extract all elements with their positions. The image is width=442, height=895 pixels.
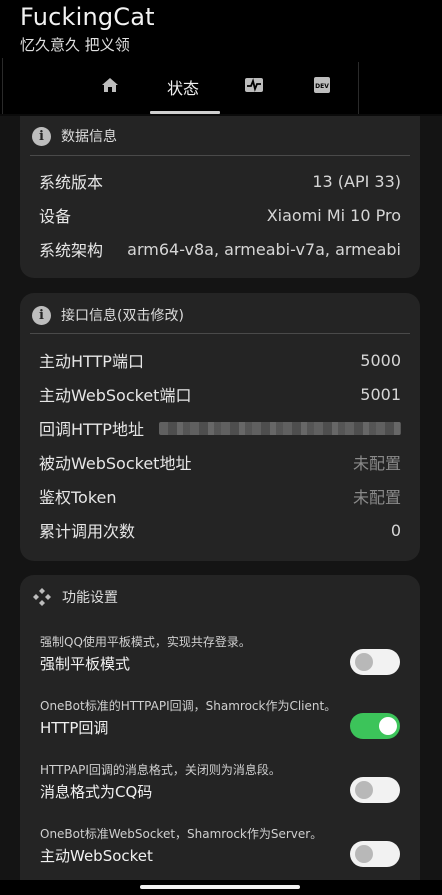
app-header: FuckingCat 忆久意久 把义领 状态 DEV	[0, 0, 442, 116]
heartbeat-icon	[244, 77, 264, 97]
setting-tablet-mode: 强制QQ使用平板模式，实现共存登录。 强制平板模式	[40, 633, 400, 693]
row-key: 主动WebSocket端口	[39, 386, 192, 405]
home-icon	[101, 77, 119, 97]
api-info-header: i 接口信息(双击修改)	[32, 303, 184, 327]
tab-home[interactable]	[70, 58, 150, 116]
info-icon: i	[32, 126, 51, 146]
setting-description: HTTPAPI回调的消息格式，关闭则为消息段。	[40, 763, 281, 777]
row-key: 鉴权Token	[39, 488, 117, 507]
row-key: 系统架构	[39, 241, 104, 260]
api-info-card: i 接口信息(双击修改) 主动HTTP端口 5000 主动WebSocket端口…	[20, 293, 420, 561]
home-indicator[interactable]	[140, 885, 300, 889]
device-info-card: i 数据信息 系统版本 13 (API 33) 设备 Xiaomi Mi 10 …	[20, 100, 420, 278]
row-key: 被动WebSocket地址	[39, 454, 192, 473]
api-row-passive-ws[interactable]: 被动WebSocket地址 未配置	[39, 445, 401, 479]
api-row-http-port[interactable]: 主动HTTP端口 5000	[39, 343, 401, 377]
setting-description: 强制QQ使用平板模式，实现共存登录。	[40, 635, 251, 649]
row-key: 累计调用次数	[39, 522, 136, 541]
app-subtitle: 忆久意久 把义领	[20, 36, 130, 54]
toggle-knob	[355, 653, 373, 671]
divider	[2, 58, 3, 116]
tab-status-label: 状态	[166, 79, 199, 98]
divider	[30, 155, 410, 156]
device-info-header: i 数据信息	[32, 124, 117, 148]
row-value: 13 (API 33)	[312, 171, 401, 191]
setting-name: 强制平板模式	[40, 655, 131, 673]
header-bottom-edge	[0, 114, 442, 116]
setting-cq-code: HTTPAPI回调的消息格式，关闭则为消息段。 消息格式为CQ码	[40, 761, 400, 821]
app-screen: i 数据信息 系统版本 13 (API 33) 设备 Xiaomi Mi 10 …	[0, 0, 442, 895]
active-websocket-toggle[interactable]	[350, 841, 400, 867]
setting-description: OneBot标准的HTTPAPI回调，Shamrock作为Client。	[40, 699, 337, 713]
tab-dev[interactable]: DEV	[282, 58, 362, 116]
setting-active-websocket: OneBot标准WebSocket，Shamrock作为Server。 主动We…	[40, 825, 400, 885]
row-key: 系统版本	[39, 173, 104, 192]
toggle-knob	[355, 781, 373, 799]
row-value: 未配置	[352, 488, 401, 507]
tablet-mode-toggle[interactable]	[350, 649, 400, 675]
row-value: Xiaomi Mi 10 Pro	[266, 205, 401, 225]
function-settings-card: 功能设置 强制QQ使用平板模式，实现共存登录。 强制平板模式 OneBot标准的…	[20, 575, 420, 895]
setting-http-callback: OneBot标准的HTTPAPI回调，Shamrock作为Client。 HTT…	[40, 697, 400, 757]
redacted-value	[159, 421, 401, 435]
device-info-title: 数据信息	[61, 129, 117, 145]
function-settings-header: 功能设置	[32, 585, 118, 609]
row-value: arm64-v8a, armeabi-v7a, armeabi	[127, 239, 401, 259]
row-key: 设备	[39, 207, 72, 226]
tab-status[interactable]: 状态	[146, 58, 220, 116]
app-title: FuckingCat	[20, 3, 155, 31]
row-value: 5001	[360, 384, 401, 404]
info-row-os-version: 系统版本 13 (API 33)	[39, 164, 401, 198]
http-callback-toggle[interactable]	[350, 713, 400, 739]
setting-description: OneBot标准WebSocket，Shamrock作为Server。	[40, 827, 323, 841]
api-info-title: 接口信息(双击修改)	[61, 308, 184, 324]
info-icon: i	[32, 305, 51, 325]
info-row-arch: 系统架构 arm64-v8a, armeabi-v7a, armeabi	[39, 232, 401, 266]
divider	[30, 333, 410, 334]
setting-name: 主动WebSocket	[40, 847, 153, 865]
dev-icon: DEV	[313, 76, 331, 98]
api-row-call-count: 累计调用次数 0	[39, 513, 401, 547]
setting-name: 消息格式为CQ码	[40, 783, 153, 801]
api-row-token[interactable]: 鉴权Token 未配置	[39, 479, 401, 513]
setting-name: HTTP回调	[40, 719, 109, 737]
function-settings-title: 功能设置	[62, 590, 118, 606]
settings-diamond-icon	[32, 587, 52, 607]
cq-code-toggle[interactable]	[350, 777, 400, 803]
dev-icon-text: DEV	[315, 83, 329, 90]
api-row-ws-port[interactable]: 主动WebSocket端口 5001	[39, 377, 401, 411]
row-key: 回调HTTP地址	[39, 420, 144, 439]
info-row-device: 设备 Xiaomi Mi 10 Pro	[39, 198, 401, 232]
row-value: 5000	[360, 350, 401, 370]
row-key: 主动HTTP端口	[39, 352, 144, 371]
row-value: 未配置	[352, 454, 401, 473]
toggle-knob	[379, 717, 397, 735]
toggle-knob	[355, 845, 373, 863]
api-row-http-callback[interactable]: 回调HTTP地址	[39, 411, 401, 445]
row-value: 0	[390, 520, 401, 540]
